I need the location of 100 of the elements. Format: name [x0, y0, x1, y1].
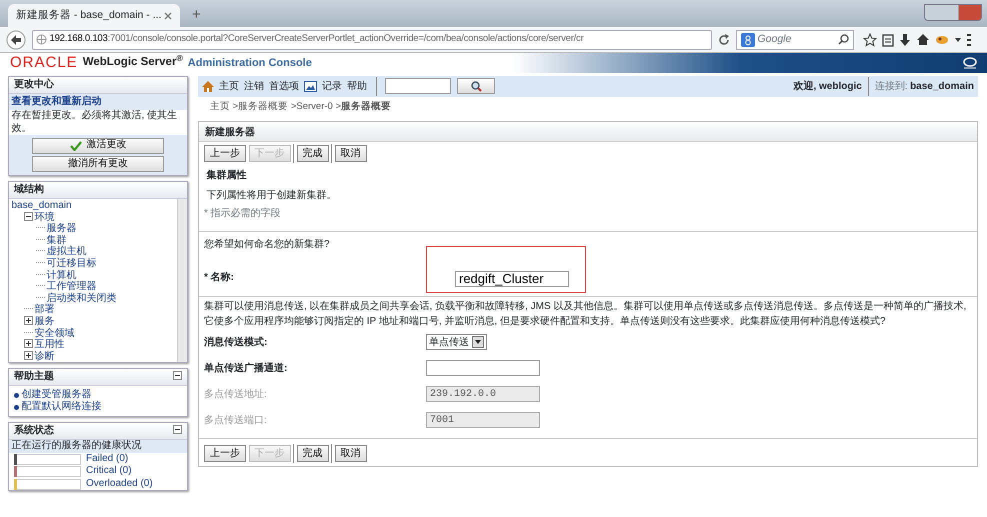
pending-message: 存在暂挂更改。必须将其激活, 使其生效。 [10, 110, 178, 135]
health-bar [17, 454, 81, 465]
health-bar [17, 466, 81, 478]
close-icon[interactable] [164, 12, 172, 20]
image-icon [304, 80, 317, 92]
console-subtitle: Administration Console [188, 56, 312, 71]
dropdown-caret-icon [472, 336, 484, 348]
action-button[interactable]: 撤消所有更改 [32, 156, 164, 172]
panel-title: 帮助主题 [14, 371, 54, 384]
wizard-button: 下一步 [248, 145, 290, 162]
window-controls[interactable] [924, 4, 982, 21]
wizard-button[interactable]: 完成 [296, 145, 328, 162]
health-bar [17, 478, 81, 490]
search-placeholder: Google [758, 32, 792, 47]
url-field[interactable]: 192.168.0.103:7001/console/console.portal?CoreServerCreateServerPortlet_actionOverride=/com/bea/console/actions/core/server/cr [32, 30, 712, 50]
bullet-icon [14, 392, 19, 398]
reload-icon[interactable] [718, 34, 730, 46]
star-icon[interactable] [862, 32, 876, 46]
welcome-text: 欢迎, weblogic [793, 79, 862, 94]
status-link[interactable]: Overloaded (0) [86, 478, 153, 490]
new-tab-button[interactable]: + [180, 4, 213, 26]
field-label: 单点传送广播通道: [204, 361, 288, 376]
section-description: 下列属性将用于创建新集群。 [206, 188, 338, 204]
tree-item[interactable]: 集群 [46, 234, 66, 246]
tree-item[interactable]: 部署 [34, 304, 54, 316]
status-subtitle: 正在运行的服务器的健康状况 [9, 440, 187, 453]
tree-item[interactable]: 服务器 [46, 223, 76, 234]
oracle-logo-icon [963, 57, 977, 69]
search-engine-icon [741, 32, 755, 46]
toolbar-link[interactable]: 帮助 [347, 78, 367, 94]
field-label: * 名称: [204, 270, 235, 285]
browser-tab[interactable]: 新建服务器 - base_domain - ... [8, 4, 180, 27]
tree-item[interactable]: 启动类和关闭类 [46, 292, 116, 304]
toolbar-link[interactable]: 首选项 [269, 78, 299, 94]
brand-logo: ORACLE [10, 52, 78, 73]
panel-title: 新建服务器 [199, 122, 977, 142]
text-field: 7001 [426, 412, 540, 428]
tree-item[interactable]: 计算机 [46, 270, 76, 281]
panel-title: 域结构 [9, 182, 187, 198]
toolbar-link[interactable]: 主页 [219, 78, 239, 94]
status-link[interactable]: Critical (0) [86, 465, 132, 478]
search-button[interactable] [457, 78, 495, 94]
wizard-button[interactable]: 上一步 [204, 145, 246, 162]
collapse-icon[interactable] [173, 371, 182, 380]
url-text: 192.168.0.103:7001/console/console.portal?CoreServerCreateServerPortlet_actionOverride=/com/bea/console/actions/core/server/cr [50, 32, 584, 46]
action-button[interactable]: 激活更改 [32, 138, 164, 154]
home-icon[interactable] [916, 33, 930, 46]
expand-icon[interactable] [24, 339, 32, 348]
wizard-button[interactable]: 完成 [296, 445, 328, 462]
search-field[interactable] [385, 78, 451, 94]
expand-icon[interactable] [24, 350, 32, 360]
collapse-icon[interactable] [173, 425, 182, 434]
globe-icon [36, 34, 47, 45]
tab-title: 新建服务器 - base_domain - ... [16, 8, 162, 23]
search-icon[interactable] [838, 34, 849, 45]
toolbar-link[interactable]: 记录 [322, 78, 342, 94]
changes-link[interactable]: 查看更改和重新启动 [9, 94, 187, 110]
text-field: 239.192.0.0 [426, 386, 540, 402]
required-note: * 指示必需的字段 [204, 206, 282, 221]
wizard-button[interactable]: 上一步 [204, 445, 246, 462]
clipboard-icon[interactable] [882, 32, 894, 46]
download-icon[interactable] [898, 32, 910, 46]
wizard-button[interactable]: 取消 [334, 145, 366, 162]
menu-icon[interactable] [966, 32, 970, 46]
tree-item[interactable]: 可迁移目标 [46, 258, 96, 269]
tree-item[interactable]: 工作管理器 [46, 281, 96, 292]
text-field[interactable] [426, 360, 540, 376]
field-label: 多点传送地址: [204, 388, 268, 402]
section-title: 集群属性 [206, 168, 248, 184]
status-link[interactable]: Failed (0) [86, 452, 128, 466]
tree-item[interactable]: 诊断 [34, 350, 54, 362]
expand-icon[interactable] [24, 316, 32, 325]
name-input[interactable]: redgift_Cluster [455, 270, 569, 287]
toolbar-link[interactable]: 注销 [244, 78, 264, 94]
help-link[interactable]: 创建受管服务器 [22, 388, 92, 402]
tree-item[interactable]: 服务 [34, 316, 54, 327]
field-label: 消息传送模式: [204, 336, 268, 350]
search-field[interactable]: Google [736, 30, 854, 50]
help-link[interactable]: 配置默认网络连接 [22, 401, 102, 414]
dropdown-caret-icon[interactable] [954, 36, 962, 42]
tree-item[interactable]: 虚拟主机 [46, 246, 86, 258]
breadcrumb-trail[interactable]: 主页 >服务器概要 >Server-0 >服务器概要 [198, 96, 978, 117]
mode-select[interactable]: 单点传送 [426, 334, 487, 350]
search-icon [470, 80, 482, 92]
check-icon [70, 140, 82, 150]
connection-label: 连接到: [874, 80, 908, 94]
home-icon [202, 80, 214, 92]
tree-item[interactable]: base_domain [12, 200, 72, 211]
field-label: 多点传送端口: [204, 414, 268, 428]
collapse-icon[interactable] [24, 212, 32, 221]
panel-title: 系统状态 [14, 425, 54, 438]
wizard-button[interactable]: 取消 [334, 445, 366, 462]
scrollbar[interactable] [177, 198, 187, 362]
tree-item[interactable]: 环境 [34, 212, 54, 223]
extension-icon[interactable] [934, 34, 948, 46]
panel-title: 更改中心 [9, 76, 187, 94]
tree-item[interactable]: 安全领域 [34, 328, 74, 339]
tree-item[interactable]: 互用性 [34, 339, 64, 350]
product-name: WebLogic Server$^{®}$ [82, 54, 183, 70]
info-paragraph: 集群可以使用消息传送, 以在集群成员之间共享会话, 负载平衡和故障转移, JMS 以及其他信息。集群可以使用单点传送或多点传送消息传送。多点传送是一种简单的广播技术, 它使多个应用程序均能够订阅指定的 IP 地址和端口号, 并监听消息, 但是要求硬件配置和支持。单点传送则没有这些要求。此集群应使用何种消息传送模式? [204, 300, 968, 329]
